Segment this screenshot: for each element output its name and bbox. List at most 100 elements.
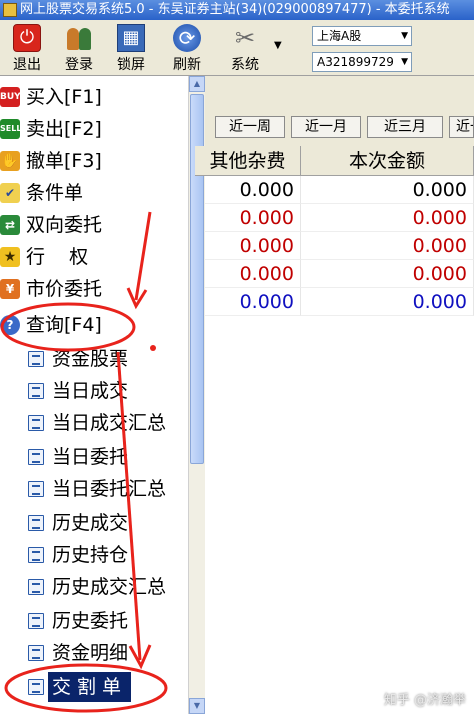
tree-item-history-positions[interactable]: 历史持仓 [0,540,188,570]
tree-item-label: 历史成交汇总 [52,576,167,598]
tree-item-label: 当日成交汇总 [52,412,167,434]
table-cell-amount: 0.000 [301,232,474,260]
window-title: 网上股票交易系统5.0 - 东吴证券主站(34)(029000897477) -… [20,2,450,17]
refresh-label: 刷新 [173,57,201,73]
table-cell-amount: 0.000 [301,288,474,316]
tree-item-label: 买入[F1] [26,86,102,108]
login-button[interactable]: 登录 [54,22,104,74]
market-order-icon: ¥ [0,279,20,299]
tree-item-fund-details[interactable]: 资金明细 [0,638,188,668]
column-header-other-fees[interactable]: 其他杂费 [195,146,301,176]
function-tree: BUY 买入[F1] SELL 卖出[F2] ✋ 撤单[F3] ✔ 条件单 ⇄ … [0,76,188,714]
period-button-year[interactable]: 近一 [449,116,474,138]
results-panel: 近一周 近一月 近三月 近一 其他杂费 本次金额 0.000 0.000 0.0… [195,76,474,714]
tree-item-funds-stocks[interactable]: 资金股票 [0,344,188,374]
document-icon [28,351,44,367]
tree-item-today-trades[interactable]: 当日成交 [0,376,188,406]
table-cell-fee: 0.000 [205,204,301,232]
tree-item-label: 历史成交 [52,512,129,534]
lock-screen-button[interactable]: 锁屏 [106,22,156,74]
document-icon [28,613,44,629]
table-cell-amount: 0.000 [301,260,474,288]
tree-item-query[interactable]: ? 查询[F4] [0,310,188,340]
power-icon [13,24,41,52]
buy-icon: BUY [0,87,21,107]
tree-item-sell[interactable]: SELL 卖出[F2] [0,114,188,144]
exit-label: 退出 [13,57,41,73]
app-icon [3,3,17,17]
tree-item-history-trades-summary[interactable]: 历史成交汇总 [0,572,188,602]
window-title-bar: 网上股票交易系统5.0 - 东吴证券主站(34)(029000897477) -… [0,0,474,20]
table-cell-fee: 0.000 [205,176,301,204]
account-select[interactable]: A321899729 ▼ [312,52,412,72]
tree-item-label: 交割单 [48,672,132,702]
tree-item-today-trades-summary[interactable]: 当日成交汇总 [0,408,188,438]
tree-item-label: 行 权 [26,246,89,268]
document-icon [28,579,44,595]
tree-item-bidirectional[interactable]: ⇄ 双向委托 [0,210,188,240]
tree-item-label: 当日委托汇总 [52,478,167,500]
tree-item-today-orders-summary[interactable]: 当日委托汇总 [0,474,188,504]
table-cell-fee: 0.000 [205,288,301,316]
conditional-order-icon: ✔ [0,183,20,203]
account-select-value: A321899729 [317,55,394,69]
document-icon [28,515,44,531]
document-icon [28,449,44,465]
bidirectional-icon: ⇄ [0,215,20,235]
table-cell-amount: 0.000 [301,204,474,232]
table-cell-fee: 0.000 [205,260,301,288]
document-icon [28,679,44,695]
table-cell-amount: 0.000 [301,176,474,204]
document-icon [28,547,44,563]
period-button-three-months[interactable]: 近三月 [367,116,443,138]
market-select[interactable]: 上海A股 ▼ [312,26,412,46]
users-icon [65,24,93,52]
chevron-down-icon: ▼ [401,57,408,67]
scroll-down-icon[interactable]: ▼ [189,698,205,714]
tree-item-label: 当日委托 [52,446,129,468]
toolbar: 退出 登录 锁屏 刷新 系统 ▼ 上海A股 ▼ A321899729 ▼ [0,20,474,76]
tree-item-label: 查询[F4] [26,314,102,336]
lock-screen-icon [117,24,145,52]
system-button[interactable]: 系统 [220,22,270,74]
login-label: 登录 [65,57,93,73]
query-icon: ? [0,315,20,335]
refresh-button[interactable]: 刷新 [162,22,212,74]
tree-item-label: 卖出[F2] [26,118,102,140]
chevron-down-icon: ▼ [401,31,408,41]
tree-item-cancel[interactable]: ✋ 撤单[F3] [0,146,188,176]
system-dropdown-arrow-icon[interactable]: ▼ [274,40,282,51]
settlement-table: 其他杂费 本次金额 0.000 0.000 0.000 0.000 0.000 … [195,146,474,714]
column-header-amount[interactable]: 本次金额 [301,146,474,176]
tree-item-label: 撤单[F3] [26,150,102,172]
scroll-up-icon[interactable]: ▲ [189,76,205,92]
tree-item-label: 市价委托 [26,278,103,300]
sell-icon: SELL [0,119,21,139]
exit-button[interactable]: 退出 [2,22,52,74]
tree-item-today-orders[interactable]: 当日委托 [0,442,188,472]
hand-icon: ✋ [0,151,20,171]
system-label: 系统 [231,57,259,73]
tree-item-history-orders[interactable]: 历史委托 [0,606,188,636]
tree-item-label: 当日成交 [52,380,129,402]
tree-item-label: 双向委托 [26,214,103,236]
document-icon [28,645,44,661]
tree-item-history-trades[interactable]: 历史成交 [0,508,188,538]
tree-item-conditional[interactable]: ✔ 条件单 [0,178,188,208]
tree-item-label: 资金股票 [52,348,129,370]
tree-item-label: 历史持仓 [52,544,129,566]
tree-item-label: 条件单 [26,182,84,204]
table-cell-fee: 0.000 [205,232,301,260]
period-button-week[interactable]: 近一周 [215,116,285,138]
document-icon [28,383,44,399]
tools-icon [231,24,259,52]
tree-item-exercise[interactable]: ★ 行 权 [0,242,188,272]
tree-item-label: 资金明细 [52,642,129,664]
tree-item-label: 历史委托 [52,610,129,632]
document-icon [28,481,44,497]
tree-item-settlement[interactable]: 交割单 [0,672,188,702]
tree-item-market-order[interactable]: ¥ 市价委托 [0,274,188,304]
period-button-month[interactable]: 近一月 [291,116,361,138]
document-icon [28,415,44,431]
tree-item-buy[interactable]: BUY 买入[F1] [0,82,188,112]
